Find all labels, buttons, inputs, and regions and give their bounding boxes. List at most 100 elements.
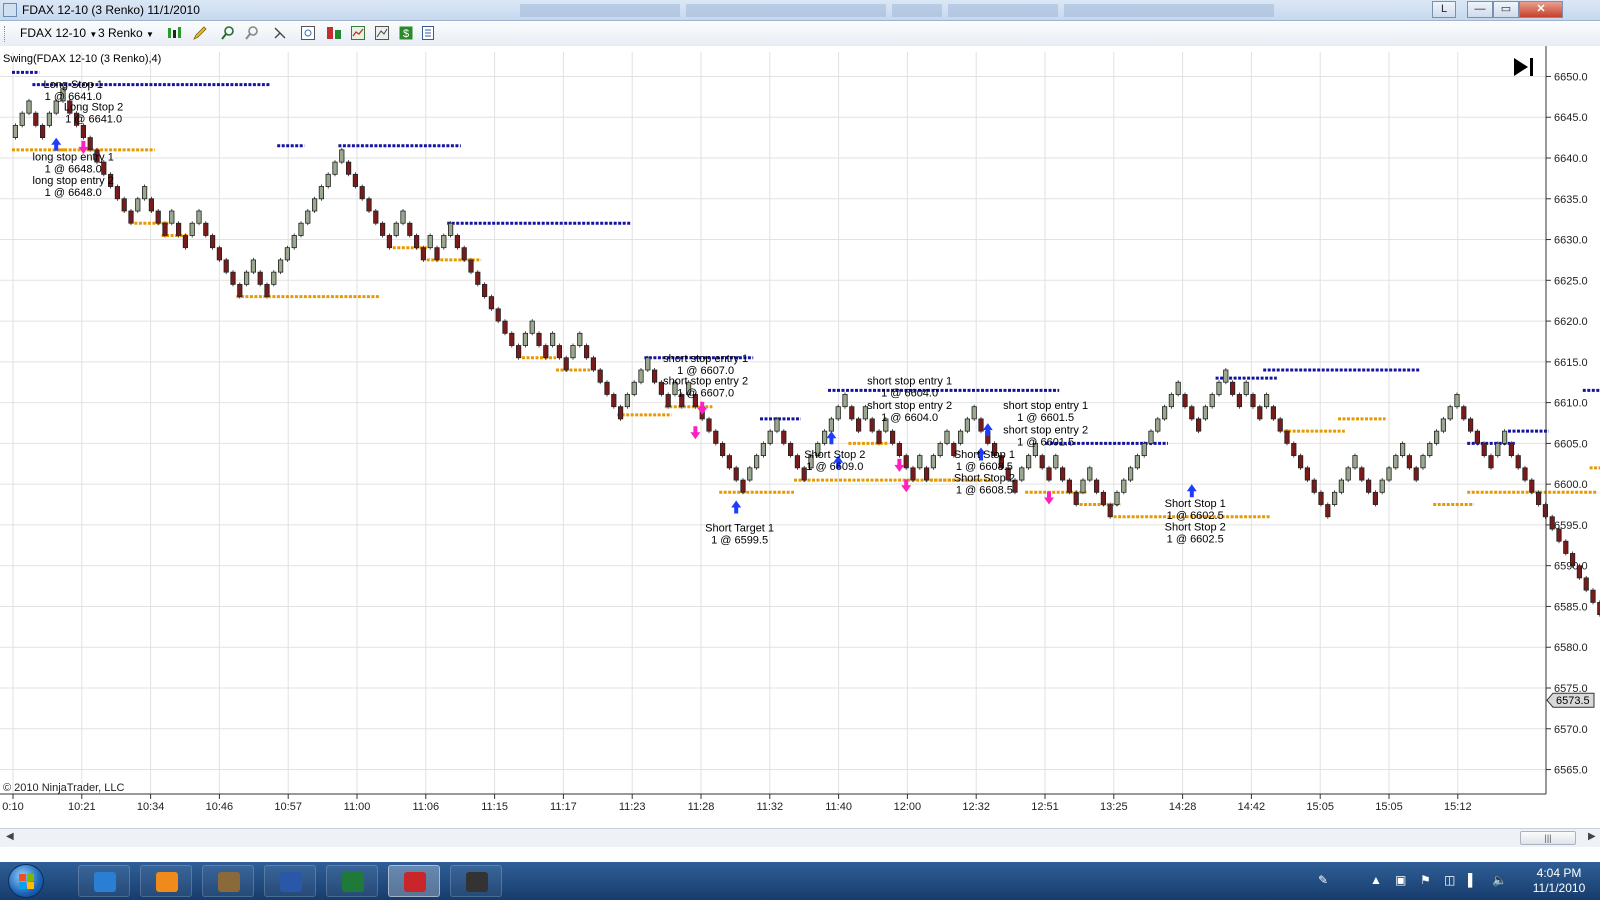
down-brick bbox=[1291, 442, 1297, 457]
x-tick-label: 11:32 bbox=[756, 801, 783, 813]
instrument-label: FDAX 12-10 bbox=[20, 26, 87, 40]
up-brick bbox=[835, 406, 841, 420]
down-brick bbox=[1508, 442, 1514, 457]
scroll-left-arrow-icon[interactable]: ◀ bbox=[6, 831, 14, 842]
chart-canvas[interactable]: Long Stop 11 @ 6641.0Long Stop 21 @ 6641… bbox=[0, 46, 1600, 828]
up-brick bbox=[754, 455, 760, 469]
up-brick bbox=[400, 210, 406, 224]
bar-type-icon[interactable] bbox=[166, 25, 182, 41]
down-brick bbox=[1100, 491, 1106, 505]
down-brick bbox=[726, 455, 733, 469]
up-brick bbox=[1447, 406, 1453, 420]
tray-app-icon[interactable]: ▣ bbox=[1395, 873, 1406, 887]
renko-chart-panel[interactable]: Long Stop 11 @ 6641.0 Long Stop 21 @ 6641… bbox=[0, 46, 1600, 828]
down-brick bbox=[516, 345, 522, 359]
scroll-right-arrow-icon[interactable]: ▶ bbox=[1588, 831, 1596, 842]
volume-icon[interactable]: 🔈 bbox=[1492, 873, 1507, 887]
annotation-line: 1 @ 6601.5 bbox=[1017, 437, 1074, 449]
minimize-button[interactable]: — bbox=[1467, 1, 1493, 18]
down-brick bbox=[563, 357, 569, 371]
down-brick bbox=[468, 259, 474, 273]
network-signal-icon[interactable]: ▌ bbox=[1468, 873, 1477, 887]
games-icon bbox=[218, 872, 240, 892]
y-tick-label: 6650.0 bbox=[1554, 71, 1588, 83]
y-tick-label: 6640.0 bbox=[1554, 153, 1588, 165]
up-brick bbox=[577, 332, 583, 346]
system-clock[interactable]: 4:04 PM 11/1/2010 bbox=[1526, 866, 1592, 896]
up-brick bbox=[250, 259, 256, 273]
down-brick bbox=[713, 430, 719, 444]
period-selector[interactable]: 3 Renko ▼ bbox=[98, 26, 154, 40]
taskbar-excel-button[interactable] bbox=[326, 865, 378, 897]
zoom-out-icon[interactable] bbox=[244, 25, 260, 41]
zoom-in-icon[interactable] bbox=[220, 25, 236, 41]
up-brick bbox=[1400, 442, 1406, 457]
down-brick bbox=[1366, 479, 1372, 493]
action-center-icon[interactable]: ✎ bbox=[1318, 873, 1328, 887]
annotation-line: Short Stop 2 bbox=[954, 473, 1015, 485]
start-button[interactable] bbox=[8, 864, 44, 898]
down-brick bbox=[386, 235, 393, 249]
down-brick bbox=[876, 430, 882, 444]
down-brick bbox=[1284, 430, 1290, 444]
taskbar-word-button[interactable] bbox=[264, 865, 316, 897]
toolbar-grip[interactable] bbox=[4, 26, 8, 42]
down-brick bbox=[1413, 467, 1419, 481]
taskbar-ninjatrader-button[interactable] bbox=[388, 865, 440, 897]
up-brick bbox=[1345, 467, 1351, 481]
tray-device-icon[interactable]: ◫ bbox=[1444, 873, 1455, 887]
properties-icon[interactable] bbox=[420, 25, 436, 41]
x-tick-label: 10:46 bbox=[206, 801, 234, 813]
annotation-line: 1 @ 6648.0 bbox=[45, 163, 102, 175]
down-brick bbox=[413, 235, 420, 249]
down-brick bbox=[237, 283, 243, 298]
up-brick bbox=[1427, 442, 1433, 457]
x-tick-label: 14:42 bbox=[1238, 801, 1266, 813]
up-brick bbox=[284, 247, 291, 261]
windows-taskbar: ✎ ▲ ▣ ⚑ ◫ ▌ 🔈 4:04 PM 11/1/2010 bbox=[0, 862, 1600, 900]
data-box-icon[interactable] bbox=[300, 25, 316, 41]
chart-trader-icon[interactable] bbox=[374, 25, 390, 41]
tray-flag-icon[interactable]: ⚑ bbox=[1420, 873, 1431, 887]
down-brick bbox=[495, 308, 501, 322]
window-title: FDAX 12-10 (3 Renko) 11/1/2010 bbox=[22, 3, 200, 17]
annotation-line: 1 @ 6608.5 bbox=[956, 485, 1013, 497]
taskbar-games-button[interactable] bbox=[202, 865, 254, 897]
up-brick bbox=[1128, 467, 1134, 481]
x-tick-label: 11:28 bbox=[688, 801, 715, 813]
up-brick bbox=[1264, 394, 1270, 408]
indicator-label: Swing(FDAX 12-10 (3 Renko),4) bbox=[3, 53, 161, 65]
annotation-line: short stop entry 2 bbox=[663, 376, 748, 388]
instrument-selector[interactable]: FDAX 12-10 ▼ bbox=[20, 26, 97, 40]
drawing-pencil-icon[interactable] bbox=[192, 25, 208, 41]
down-brick bbox=[1230, 381, 1236, 395]
close-button[interactable]: ✕ bbox=[1519, 1, 1563, 18]
taskbar-camera-button[interactable] bbox=[450, 865, 502, 897]
crosshair-icon[interactable] bbox=[272, 25, 288, 41]
down-brick bbox=[1311, 479, 1317, 493]
annotation-line: Short Stop 1 bbox=[1165, 498, 1226, 510]
window-title-bar: FDAX 12-10 (3 Renko) 11/1/2010 L — ▭ ✕ bbox=[0, 0, 1600, 21]
maximize-button[interactable]: ▭ bbox=[1493, 1, 1519, 18]
up-brick bbox=[19, 112, 25, 126]
up-brick bbox=[958, 430, 964, 444]
down-brick bbox=[1461, 406, 1467, 420]
show-hidden-icons-arrow[interactable]: ▲ bbox=[1370, 873, 1382, 887]
scrollbar-thumb[interactable]: ||| bbox=[1520, 831, 1576, 845]
taskbar-media-player-button[interactable] bbox=[140, 865, 192, 897]
down-brick bbox=[488, 296, 495, 310]
up-brick bbox=[944, 430, 950, 444]
down-brick bbox=[1583, 577, 1589, 591]
strategies-icon[interactable] bbox=[326, 25, 342, 41]
dollar-icon[interactable]: $ bbox=[398, 25, 414, 41]
down-brick bbox=[1060, 467, 1066, 481]
link-button[interactable]: L bbox=[1432, 1, 1456, 18]
down-brick bbox=[1304, 467, 1310, 481]
taskbar-internet-explorer-button[interactable] bbox=[78, 865, 130, 897]
up-brick bbox=[842, 394, 848, 408]
down-brick bbox=[420, 247, 427, 261]
indicators-icon[interactable] bbox=[350, 25, 366, 41]
down-brick bbox=[896, 442, 903, 457]
chart-horizontal-scrollbar[interactable]: ◀ ||| ▶ bbox=[0, 828, 1600, 847]
y-tick-label: 6645.0 bbox=[1554, 112, 1588, 124]
